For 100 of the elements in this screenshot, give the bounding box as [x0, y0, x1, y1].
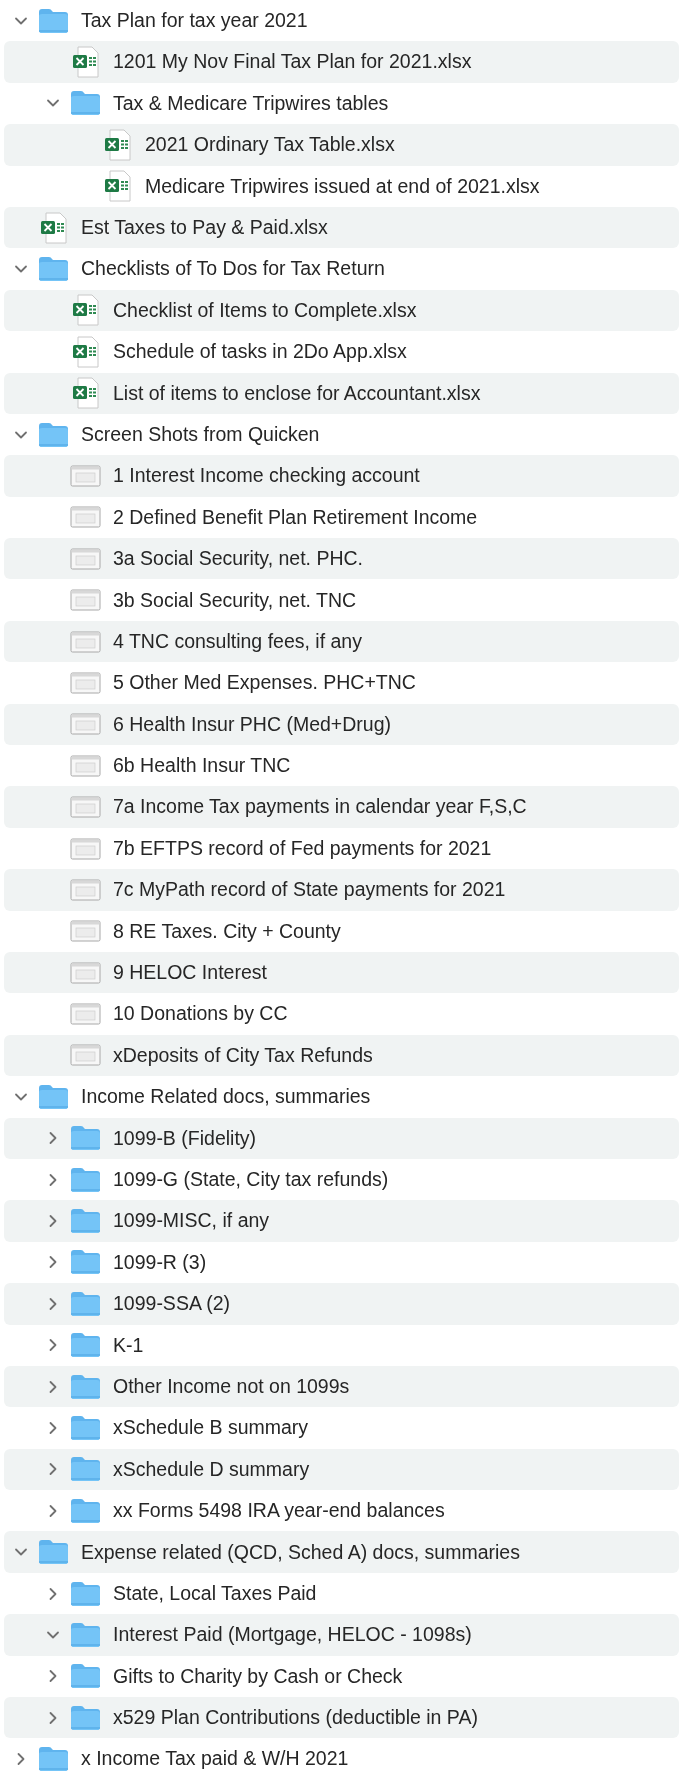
- spreadsheet-file-icon: [71, 294, 100, 327]
- list-row[interactable]: 1099-MISC, if any: [4, 1200, 679, 1242]
- list-row[interactable]: 1099-SSA (2): [4, 1283, 679, 1325]
- file-name: 1201 My Nov Final Tax Plan for 2021.xlsx: [113, 49, 472, 75]
- file-name: Checklist of Items to Complete.xlsx: [113, 297, 417, 323]
- file-name: 7b EFTPS record of Fed payments for 2021: [113, 835, 492, 861]
- screenshot-file-icon: [70, 589, 101, 612]
- file-name: 1099-B (Fidelity): [113, 1125, 257, 1151]
- spreadsheet-file-icon: [71, 46, 100, 79]
- folder-icon: [70, 1249, 101, 1276]
- spreadsheet-file-icon: [103, 128, 132, 161]
- screenshot-file-icon: [70, 920, 101, 943]
- list-row[interactable]: Checklist of Items to Complete.xlsx: [4, 289, 679, 332]
- list-row[interactable]: K-1: [4, 1324, 679, 1366]
- file-name: 8 RE Taxes. City + County: [113, 918, 341, 944]
- screenshot-file-icon: [70, 465, 101, 487]
- file-name: 2021 Ordinary Tax Table.xlsx: [145, 132, 395, 158]
- folder-icon: [70, 1166, 101, 1193]
- list-row[interactable]: Expense related (QCD, Sched A) docs, summaries: [4, 1531, 679, 1573]
- folder-icon: [70, 90, 101, 117]
- folder-icon: [38, 1539, 69, 1566]
- file-name: 1099-G (State, City tax refunds): [113, 1167, 389, 1192]
- folder-icon: [70, 1621, 101, 1648]
- list-row[interactable]: Other Income not on 1099s: [4, 1365, 679, 1408]
- list-row[interactable]: Tax Plan for tax year 2021: [4, 0, 679, 42]
- file-name: 6 Health Insur PHC (Med+Drug): [113, 711, 391, 737]
- file-name: 1099-MISC, if any: [113, 1208, 270, 1234]
- screenshot-file-icon: [70, 630, 101, 653]
- list-row[interactable]: xSchedule B summary: [4, 1407, 679, 1449]
- file-name: 4 TNC consulting fees, if any: [113, 628, 362, 654]
- file-name: List of items to enclose for Accountant.xlsx: [113, 380, 481, 406]
- file-name: xDeposits of City Tax Refunds: [113, 1042, 373, 1068]
- spreadsheet-file-icon: [103, 170, 132, 203]
- file-name: Checklists of To Dos for Tax Return: [81, 256, 385, 282]
- list-row[interactable]: 2021 Ordinary Tax Table.xlsx: [4, 124, 679, 166]
- file-name: 1099-R (3): [113, 1249, 207, 1275]
- list-row[interactable]: 1099-R (3): [4, 1241, 679, 1284]
- screenshot-file-icon: [70, 878, 101, 901]
- list-row[interactable]: 6 Health Insur PHC (Med+Drug): [4, 703, 679, 746]
- list-row[interactable]: 4 TNC consulting fees, if any: [4, 620, 679, 663]
- list-row[interactable]: List of items to enclose for Accountant.xlsx: [4, 372, 679, 414]
- screenshot-file-icon: [70, 506, 101, 529]
- folder-icon: [70, 1580, 101, 1607]
- list-row[interactable]: Screen Shots from Quicken: [4, 413, 679, 456]
- spreadsheet-file-icon: [71, 377, 100, 410]
- list-row[interactable]: State, Local Taxes Paid: [4, 1572, 679, 1615]
- folder-icon: [70, 1497, 101, 1524]
- list-row[interactable]: 8 RE Taxes. City + County: [4, 910, 679, 952]
- list-row[interactable]: Interest Paid (Mortgage, HELOC - 1098s): [4, 1614, 679, 1656]
- file-name: 6b Health Insur TNC: [113, 753, 291, 779]
- screenshot-file-icon: [70, 754, 101, 777]
- list-row[interactable]: Schedule of tasks in 2Do App.xlsx: [4, 331, 679, 373]
- list-row[interactable]: Tax & Medicare Tripwires tables: [4, 82, 679, 125]
- file-name: Tax & Medicare Tripwires tables: [113, 90, 389, 116]
- list-row[interactable]: 6b Health Insur TNC: [4, 745, 679, 787]
- list-row[interactable]: Est Taxes to Pay & Paid.xlsx: [4, 206, 679, 249]
- file-name: 3a Social Security, net. PHC.: [113, 546, 363, 572]
- folder-icon: [70, 1663, 101, 1690]
- file-name: xSchedule D summary: [113, 1456, 310, 1482]
- folder-icon: [70, 1704, 101, 1731]
- list-row[interactable]: Income Related docs, summaries: [4, 1076, 679, 1118]
- list-row[interactable]: 3a Social Security, net. PHC.: [4, 538, 679, 580]
- file-name: Screen Shots from Quicken: [81, 421, 320, 447]
- list-row[interactable]: xDeposits of City Tax Refunds: [4, 1034, 679, 1077]
- file-name: 1099-SSA (2): [113, 1291, 231, 1317]
- list-row[interactable]: 2 Defined Benefit Plan Retirement Income: [4, 496, 679, 539]
- file-name: 1 Interest Income checking account: [113, 463, 420, 489]
- list-row[interactable]: xSchedule D summary: [4, 1448, 679, 1491]
- list-row[interactable]: 1201 My Nov Final Tax Plan for 2021.xlsx: [4, 41, 679, 83]
- list-row[interactable]: 7b EFTPS record of Fed payments for 2021: [4, 827, 679, 870]
- folder-icon: [70, 1208, 101, 1234]
- list-row[interactable]: 1099-G (State, City tax refunds): [4, 1158, 679, 1201]
- list-row[interactable]: 1 Interest Income checking account: [4, 455, 679, 497]
- folder-icon: [38, 421, 69, 448]
- list-row[interactable]: 3b Social Security, net. TNC: [4, 579, 679, 621]
- file-name: xSchedule B summary: [113, 1415, 309, 1441]
- file-name: K-1: [113, 1332, 144, 1358]
- file-name: x Income Tax paid & W/H 2021: [81, 1746, 349, 1772]
- folder-icon: [70, 1373, 101, 1400]
- screenshot-file-icon: [70, 1003, 101, 1026]
- list-row[interactable]: 1099-B (Fidelity): [4, 1117, 679, 1159]
- list-row[interactable]: Medicare Tripwires issued at end of 2021.xlsx: [4, 165, 679, 207]
- list-row[interactable]: Checklists of To Dos for Tax Return: [4, 248, 679, 290]
- file-name: Gifts to Charity by Cash or Check: [113, 1663, 403, 1689]
- list-row[interactable]: 5 Other Med Expenses. PHC+TNC: [4, 662, 679, 704]
- list-row[interactable]: 10 Donations by CC: [4, 993, 679, 1035]
- list-row[interactable]: 9 HELOC Interest: [4, 952, 679, 994]
- list-row[interactable]: Gifts to Charity by Cash or Check: [4, 1655, 679, 1697]
- file-name: Tax Plan for tax year 2021: [81, 8, 308, 34]
- folder-icon: [70, 1456, 101, 1483]
- screenshot-file-icon: [70, 961, 101, 984]
- list-row[interactable]: x529 Plan Contributions (deductible in PA): [4, 1697, 679, 1739]
- list-row[interactable]: 7c MyPath record of State payments for 2021: [4, 869, 679, 911]
- list-row[interactable]: 7a Income Tax payments in calendar year F,S,C: [4, 786, 679, 828]
- screenshot-file-icon: [70, 547, 101, 570]
- list-row[interactable]: x Income Tax paid & W/H 2021: [4, 1738, 679, 1780]
- file-name: 9 HELOC Interest: [113, 960, 267, 986]
- list-row[interactable]: xx Forms 5498 IRA year-end balances: [4, 1490, 679, 1532]
- folder-icon: [38, 256, 69, 283]
- folder-icon: [70, 1290, 101, 1317]
